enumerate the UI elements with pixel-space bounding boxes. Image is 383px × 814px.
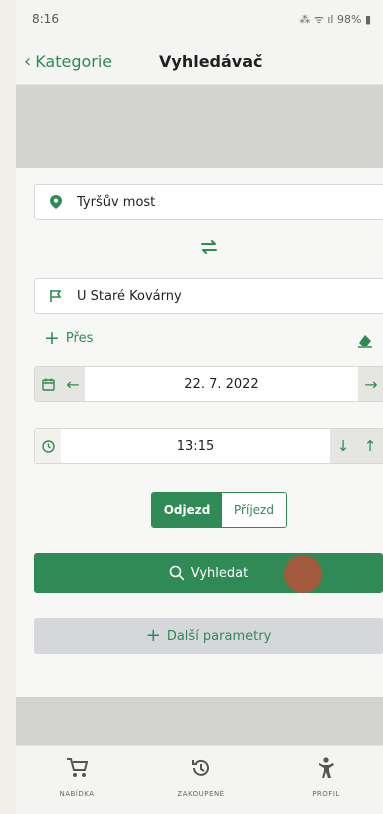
battery-level: 98% [336, 13, 362, 26]
date-picker: ← 22. 7. 2022 → [34, 366, 383, 402]
phone-screen: 8:16 ⁂ ᯤ ıl 98% ▮ ‹ Kategorie Vyhledávač… [16, 0, 383, 814]
touch-indicator [284, 555, 322, 593]
search-icon [169, 565, 185, 581]
previous-day-arrow-icon[interactable]: ← [61, 367, 85, 401]
flag-icon [47, 287, 65, 305]
status-icons: ⁂ ᯤ ıl 98% ▮ [299, 12, 371, 27]
date-value[interactable]: 22. 7. 2022 [85, 367, 358, 401]
swap-icon[interactable] [198, 236, 220, 258]
next-day-arrow-icon[interactable]: → [358, 367, 383, 401]
nav-bar: ‹ Kategorie Vyhledávač [16, 40, 383, 85]
more-parameters-label: Další parametry [166, 628, 272, 644]
tab-label: ZAKOUPENÉ [177, 790, 225, 798]
cart-icon [65, 756, 89, 780]
tab-offer[interactable]: NABÍDKA [32, 746, 122, 814]
bottom-overlay [16, 697, 383, 745]
tab-label: PROFIL [312, 790, 340, 798]
from-value: Tyršův most [77, 194, 156, 210]
arrival-option[interactable]: Příjezd [222, 493, 286, 527]
page-title: Vyhledávač [159, 52, 263, 71]
time-picker: 13:15 ↓ ↑ [34, 428, 383, 464]
add-via-button[interactable]: + Přes [44, 327, 94, 349]
eraser-icon[interactable] [357, 332, 373, 348]
to-value: U Staré Kovárny [77, 288, 182, 304]
chevron-left-icon: ‹ [24, 50, 32, 72]
clock-icon [35, 429, 61, 463]
person-icon [314, 756, 338, 780]
location-pin-icon [47, 193, 65, 211]
back-label: Kategorie [35, 52, 113, 71]
from-field[interactable]: Tyršův most [34, 184, 383, 220]
departure-arrival-toggle: Odjezd Příjezd [151, 492, 287, 528]
search-label: Vyhledat [190, 565, 249, 581]
plus-icon: + [44, 327, 60, 349]
to-field[interactable]: U Staré Kovárny [34, 278, 383, 314]
bottom-tab-bar: NABÍDKA ZAKOUPENÉ PROFIL [16, 745, 383, 814]
time-down-arrow-icon[interactable]: ↓ [330, 429, 356, 463]
top-overlay [16, 85, 383, 168]
tab-profile[interactable]: PROFIL [281, 746, 371, 814]
history-icon [189, 756, 213, 780]
departure-option[interactable]: Odjezd [152, 493, 222, 527]
tab-purchased[interactable]: ZAKOUPENÉ [156, 746, 246, 814]
plus-icon: + [145, 625, 161, 646]
search-button[interactable]: Vyhledat [34, 553, 383, 593]
battery-icon: ▮ [364, 13, 371, 26]
tab-label: NABÍDKA [59, 790, 95, 798]
signal-icon: ⁂ ᯤ ıl [299, 13, 334, 26]
calendar-icon[interactable] [35, 367, 61, 401]
back-button[interactable]: ‹ Kategorie [24, 52, 112, 71]
time-value[interactable]: 13:15 [61, 429, 330, 463]
status-time: 8:16 [32, 12, 59, 26]
time-up-arrow-icon[interactable]: ↑ [356, 429, 383, 463]
more-parameters-button[interactable]: + Další parametry [34, 618, 383, 654]
status-bar: 8:16 ⁂ ᯤ ıl 98% ▮ [16, 0, 383, 40]
via-label: Přes [65, 330, 94, 346]
